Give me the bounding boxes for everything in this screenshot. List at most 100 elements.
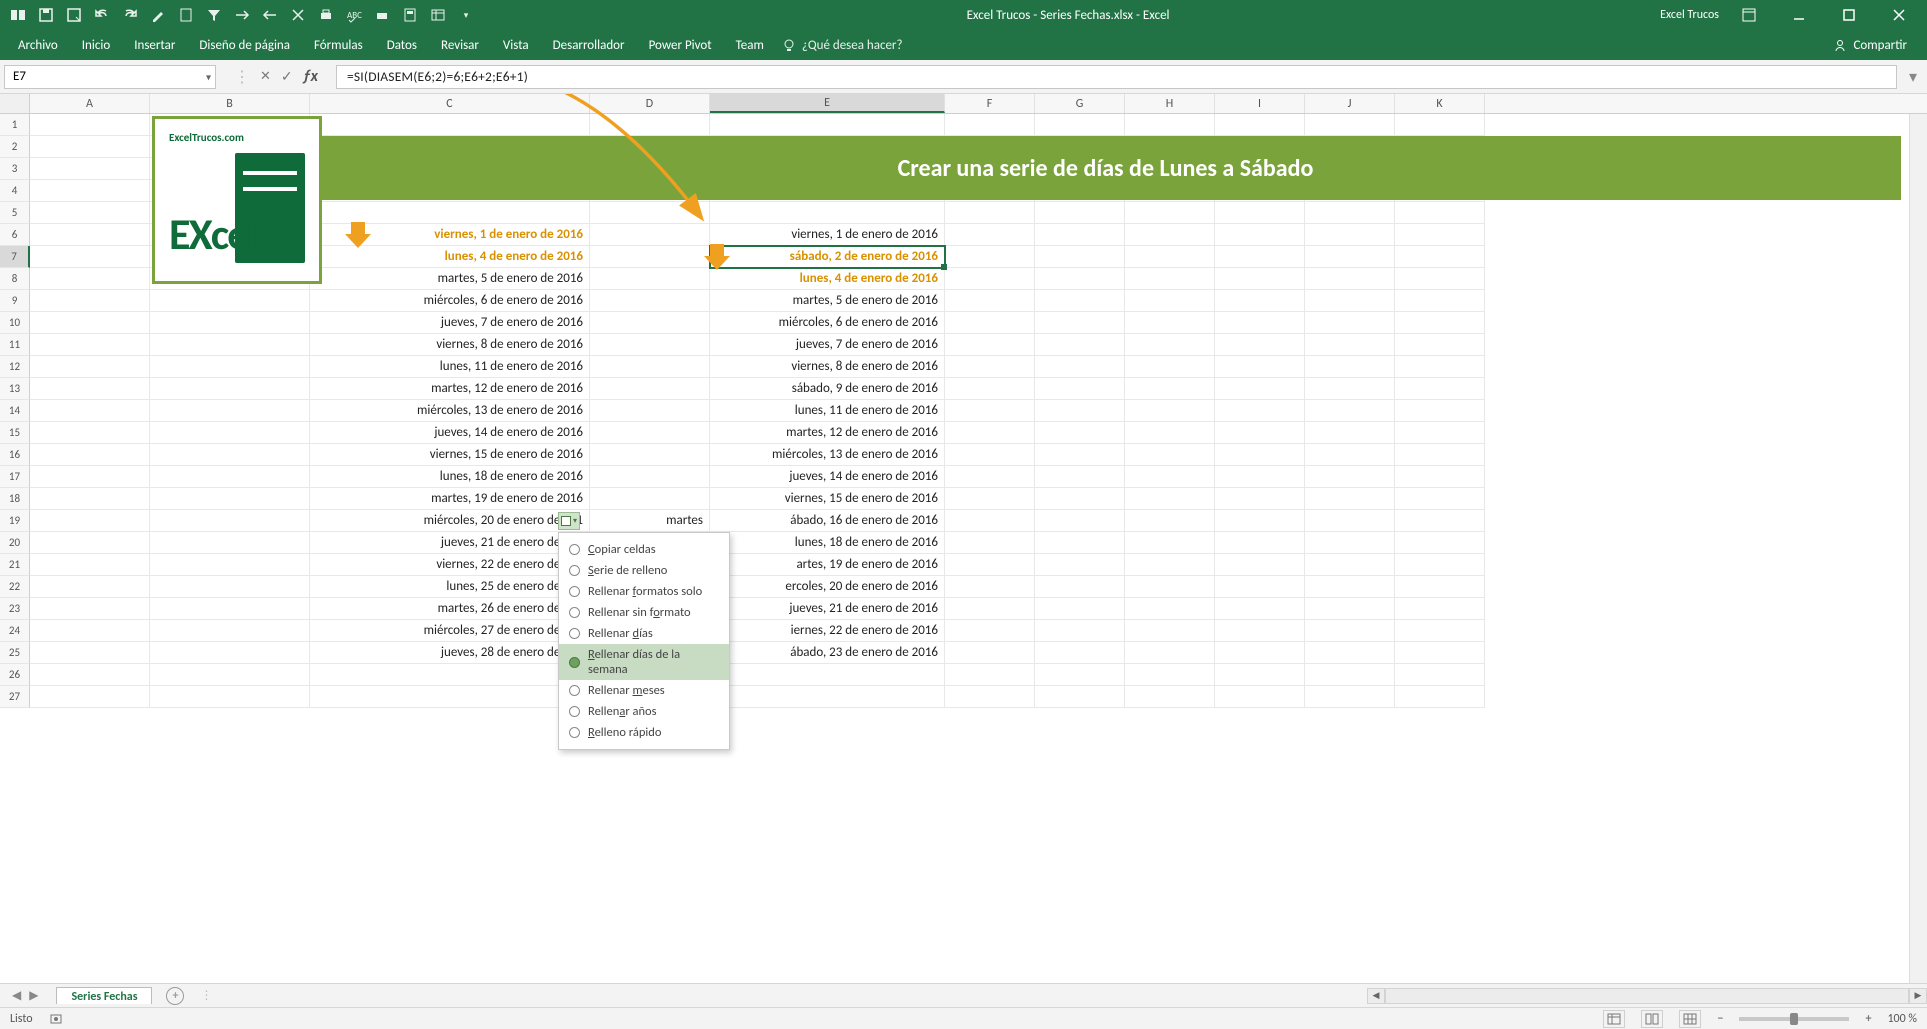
- cell-D13[interactable]: [590, 378, 710, 400]
- cell-G5[interactable]: [1035, 202, 1125, 224]
- cell-C16[interactable]: viernes, 15 de enero de 2016: [310, 444, 590, 466]
- cell-I7[interactable]: [1215, 246, 1305, 268]
- cell-B22[interactable]: [150, 576, 310, 598]
- cell-K20[interactable]: [1395, 532, 1485, 554]
- cell-F22[interactable]: [945, 576, 1035, 598]
- undo-icon[interactable]: [94, 7, 110, 23]
- row-header[interactable]: 26: [0, 664, 30, 686]
- autofill-option[interactable]: Rellenar sin formato: [559, 602, 729, 623]
- cell-H18[interactable]: [1125, 488, 1215, 510]
- cell-G8[interactable]: [1035, 268, 1125, 290]
- cell-H6[interactable]: [1125, 224, 1215, 246]
- cell-B18[interactable]: [150, 488, 310, 510]
- cell-B15[interactable]: [150, 422, 310, 444]
- cell-G26[interactable]: [1035, 664, 1125, 686]
- cell-B27[interactable]: [150, 686, 310, 708]
- tab-team[interactable]: Team: [724, 30, 776, 60]
- cell-J11[interactable]: [1305, 334, 1395, 356]
- cell-I27[interactable]: [1215, 686, 1305, 708]
- view-normal-icon[interactable]: [1603, 1010, 1625, 1028]
- cell-I24[interactable]: [1215, 620, 1305, 642]
- macro-record-icon[interactable]: [49, 1012, 63, 1026]
- cell-B10[interactable]: [150, 312, 310, 334]
- cell-A2[interactable]: [30, 136, 150, 158]
- col-header-H[interactable]: H: [1125, 94, 1215, 113]
- col-header-J[interactable]: J: [1305, 94, 1395, 113]
- cell-C15[interactable]: jueves, 14 de enero de 2016: [310, 422, 590, 444]
- cell-F24[interactable]: [945, 620, 1035, 642]
- cell-D14[interactable]: [590, 400, 710, 422]
- cell-B20[interactable]: [150, 532, 310, 554]
- cell-F13[interactable]: [945, 378, 1035, 400]
- cell-F26[interactable]: [945, 664, 1035, 686]
- cell-A17[interactable]: [30, 466, 150, 488]
- cell-H16[interactable]: [1125, 444, 1215, 466]
- view-page-layout-icon[interactable]: [1641, 1010, 1663, 1028]
- col-header-E[interactable]: E: [710, 94, 945, 113]
- row-header[interactable]: 16: [0, 444, 30, 466]
- cell-J16[interactable]: [1305, 444, 1395, 466]
- cell-F18[interactable]: [945, 488, 1035, 510]
- cell-C23[interactable]: martes, 26 de enero de 201: [310, 598, 590, 620]
- calculator-icon[interactable]: [402, 7, 418, 23]
- cell-G11[interactable]: [1035, 334, 1125, 356]
- cell-J9[interactable]: [1305, 290, 1395, 312]
- maximize-button[interactable]: [1829, 0, 1869, 30]
- cell-G7[interactable]: [1035, 246, 1125, 268]
- autofill-option[interactable]: Rellenar días de la semana: [559, 644, 729, 680]
- cell-K27[interactable]: [1395, 686, 1485, 708]
- cancel-icon[interactable]: ✕: [260, 69, 271, 84]
- cell-B13[interactable]: [150, 378, 310, 400]
- cell-C24[interactable]: miércoles, 27 de enero de 201: [310, 620, 590, 642]
- cell-J10[interactable]: [1305, 312, 1395, 334]
- cell-D12[interactable]: [590, 356, 710, 378]
- cell-E23[interactable]: jueves, 21 de enero de 2016: [710, 598, 945, 620]
- cell-A27[interactable]: [30, 686, 150, 708]
- cell-A6[interactable]: [30, 224, 150, 246]
- col-header-F[interactable]: F: [945, 94, 1035, 113]
- cell-E25[interactable]: ábado, 23 de enero de 2016: [710, 642, 945, 664]
- cell-A9[interactable]: [30, 290, 150, 312]
- cell-K18[interactable]: [1395, 488, 1485, 510]
- cell-K9[interactable]: [1395, 290, 1485, 312]
- cell-D8[interactable]: [590, 268, 710, 290]
- cell-J22[interactable]: [1305, 576, 1395, 598]
- cell-K25[interactable]: [1395, 642, 1485, 664]
- cell-B9[interactable]: [150, 290, 310, 312]
- cell-K19[interactable]: [1395, 510, 1485, 532]
- cell-F9[interactable]: [945, 290, 1035, 312]
- cell-J5[interactable]: [1305, 202, 1395, 224]
- cell-G10[interactable]: [1035, 312, 1125, 334]
- cell-B23[interactable]: [150, 598, 310, 620]
- cell-J18[interactable]: [1305, 488, 1395, 510]
- cell-H15[interactable]: [1125, 422, 1215, 444]
- cell-F16[interactable]: [945, 444, 1035, 466]
- cell-F17[interactable]: [945, 466, 1035, 488]
- cell-I25[interactable]: [1215, 642, 1305, 664]
- touch-mode-icon[interactable]: [10, 7, 26, 23]
- cell-D15[interactable]: [590, 422, 710, 444]
- cell-C9[interactable]: miércoles, 6 de enero de 2016: [310, 290, 590, 312]
- cell-E19[interactable]: ábado, 16 de enero de 2016: [710, 510, 945, 532]
- autofill-option[interactable]: Rellenar meses: [559, 680, 729, 701]
- cell-K26[interactable]: [1395, 664, 1485, 686]
- cell-C18[interactable]: martes, 19 de enero de 2016: [310, 488, 590, 510]
- cell-D10[interactable]: [590, 312, 710, 334]
- row-header[interactable]: 22: [0, 576, 30, 598]
- cell-C19[interactable]: miércoles, 20 de enero de 201: [310, 510, 590, 532]
- cell-E8[interactable]: lunes, 4 de enero de 2016: [710, 268, 945, 290]
- cell-C12[interactable]: lunes, 11 de enero de 2016: [310, 356, 590, 378]
- zoom-level[interactable]: 100 %: [1887, 1012, 1917, 1026]
- cell-D16[interactable]: [590, 444, 710, 466]
- name-box[interactable]: E7 ▾: [4, 65, 216, 89]
- share-button[interactable]: Compartir: [1819, 38, 1921, 53]
- formula-input[interactable]: =SI(DIASEM(E6;2)=6;E6+2;E6+1): [336, 65, 1897, 89]
- cell-I19[interactable]: [1215, 510, 1305, 532]
- tab-diseno[interactable]: Diseño de página: [187, 30, 302, 60]
- remove-arrows-icon[interactable]: [290, 7, 306, 23]
- row-header[interactable]: 5: [0, 202, 30, 224]
- cell-H27[interactable]: [1125, 686, 1215, 708]
- cell-K16[interactable]: [1395, 444, 1485, 466]
- save-icon[interactable]: [38, 7, 54, 23]
- cell-E26[interactable]: [710, 664, 945, 686]
